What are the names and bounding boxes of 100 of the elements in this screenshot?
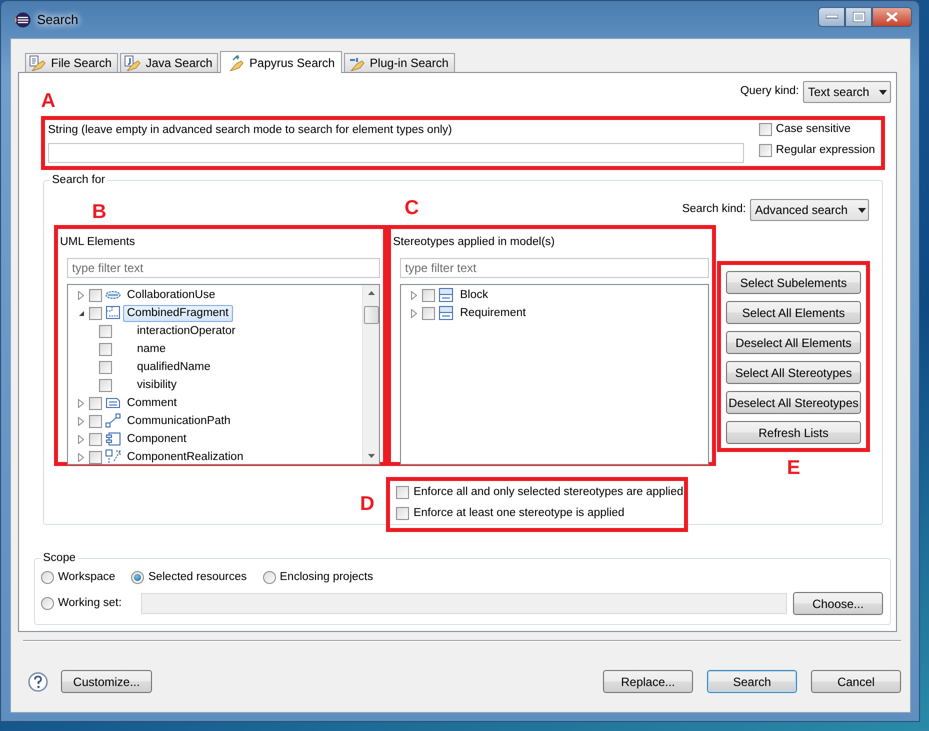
fragment-icon <box>105 305 121 322</box>
checkbox[interactable] <box>99 360 112 374</box>
collapsed-icon[interactable] <box>78 398 84 408</box>
annotation-label: B <box>92 202 106 222</box>
tab[interactable]: File Search <box>25 53 118 72</box>
annotation-label: E <box>786 458 800 478</box>
tree-item[interactable]: Component <box>123 430 190 448</box>
collapsed-icon[interactable] <box>78 416 84 426</box>
string-field[interactable] <box>48 143 744 163</box>
checkbox[interactable] <box>89 432 102 446</box>
radio-button[interactable] <box>41 597 54 610</box>
caret-icon <box>879 90 888 94</box>
tree-item[interactable]: CommunicationPath <box>123 412 235 430</box>
customize-button[interactable]: Customize... <box>61 670 152 693</box>
action-button[interactable]: Deselect All Elements <box>726 331 861 354</box>
minimize-button[interactable] <box>818 7 845 27</box>
maximize-icon <box>852 12 864 22</box>
dialog-button[interactable]: Search <box>707 670 797 693</box>
radio-label: Working set: <box>58 596 122 611</box>
field-label: String (leave empty in advanced search mode to search for element types only) <box>48 123 453 138</box>
tree-item[interactable]: Requirement <box>456 304 530 322</box>
checkbox[interactable] <box>89 450 102 464</box>
checkbox[interactable] <box>758 144 772 157</box>
checkbox[interactable] <box>99 378 112 392</box>
radio-label: Selected resources <box>148 570 247 585</box>
action-button[interactable]: Select Subelements <box>726 271 861 294</box>
tree-item[interactable]: interactionOperator <box>133 322 240 340</box>
tree-item[interactable]: ComponentRealization <box>123 448 248 466</box>
action-button[interactable]: Select All Stereotypes <box>726 361 861 384</box>
action-button[interactable]: Refresh Lists <box>726 421 861 444</box>
checkbox[interactable] <box>89 414 102 428</box>
dialog-button[interactable]: Cancel <box>811 670 901 693</box>
expanded-icon[interactable] <box>78 310 84 317</box>
checkbox[interactable] <box>422 288 435 302</box>
filter-field[interactable]: type filter text <box>400 258 709 278</box>
panel-title: UML Elements <box>60 235 136 250</box>
checkbox[interactable] <box>89 396 102 410</box>
tree-item[interactable]: qualifiedName <box>133 358 215 376</box>
stereotype-icon <box>438 287 454 304</box>
checkbox[interactable] <box>396 486 410 499</box>
stereotype-icon <box>438 305 454 322</box>
scroll-down-icon[interactable] <box>368 454 374 458</box>
app-icon <box>15 12 31 28</box>
annotation-label: C <box>404 198 419 218</box>
collapsed-icon[interactable] <box>78 434 84 444</box>
scrollbar-thumb[interactable] <box>364 306 378 324</box>
filter-field[interactable]: type filter text <box>67 258 380 278</box>
checkbox[interactable] <box>89 306 102 320</box>
panel-title: Stereotypes applied in model(s) <box>393 235 556 250</box>
tree-item[interactable]: Block <box>456 286 492 304</box>
checkbox-label: Enforce all and only selected stereotypes are applied <box>413 484 684 500</box>
checkbox-label: Enforce at least one stereotype is applied <box>413 506 624 521</box>
maximize-button[interactable] <box>845 7 872 27</box>
scrollbar[interactable] <box>362 285 379 464</box>
tree-item[interactable]: name <box>133 340 170 358</box>
tree-item[interactable]: Comment <box>123 394 181 412</box>
tab[interactable]: Plug-in Search <box>344 53 455 72</box>
annotation-label: A <box>41 91 56 111</box>
query-kind-dropdown[interactable]: Text search <box>803 81 891 103</box>
pen-icon <box>227 54 246 70</box>
collapsed-icon[interactable] <box>411 308 417 318</box>
close-icon <box>886 12 898 22</box>
choose-button[interactable]: Choose... <box>793 592 883 615</box>
minimize-icon <box>826 15 838 19</box>
help-icon[interactable] <box>28 672 48 692</box>
radio-button[interactable] <box>41 571 54 584</box>
window-title: Search <box>37 10 78 29</box>
checkbox[interactable] <box>422 306 435 320</box>
component-icon <box>105 431 121 448</box>
collapsed-icon[interactable] <box>78 452 84 462</box>
path-icon <box>105 413 121 430</box>
plug-icon <box>348 55 366 71</box>
annotation-label: D <box>360 494 374 517</box>
scroll-up-icon[interactable] <box>368 291 374 296</box>
checkbox[interactable] <box>758 123 772 136</box>
checkbox[interactable] <box>99 324 112 338</box>
search-kind-dropdown[interactable]: Advanced search <box>750 199 869 221</box>
group-legend: Scope <box>41 551 78 565</box>
action-button[interactable]: Deselect All Stereotypes <box>726 391 861 414</box>
field-label: Search kind: <box>682 202 746 218</box>
checkbox[interactable] <box>99 342 112 356</box>
checkbox[interactable] <box>396 507 410 520</box>
radio-button[interactable] <box>262 571 276 584</box>
action-button[interactable]: Select All Elements <box>726 301 861 324</box>
checkbox-label: Case sensitive <box>776 122 851 137</box>
checkbox[interactable] <box>89 288 102 302</box>
collapsed-icon[interactable] <box>411 290 417 300</box>
tree-item[interactable]: CombinedFragment <box>123 304 233 322</box>
radio-button[interactable] <box>131 571 144 584</box>
tree-item[interactable]: CollaborationUse <box>123 286 220 304</box>
tab[interactable]: Java Search <box>120 53 218 72</box>
radio-label: Workspace <box>58 570 116 585</box>
close-button[interactable] <box>872 7 912 27</box>
tab[interactable]: Papyrus Search <box>220 51 342 73</box>
caret-icon <box>858 208 866 212</box>
tree-item[interactable]: visibility <box>133 376 181 394</box>
dialog-button[interactable]: Replace... <box>603 670 693 693</box>
collapsed-icon[interactable] <box>78 290 84 300</box>
field-label: Query kind: <box>740 84 799 100</box>
checkbox-label: Regular expression <box>776 142 875 158</box>
